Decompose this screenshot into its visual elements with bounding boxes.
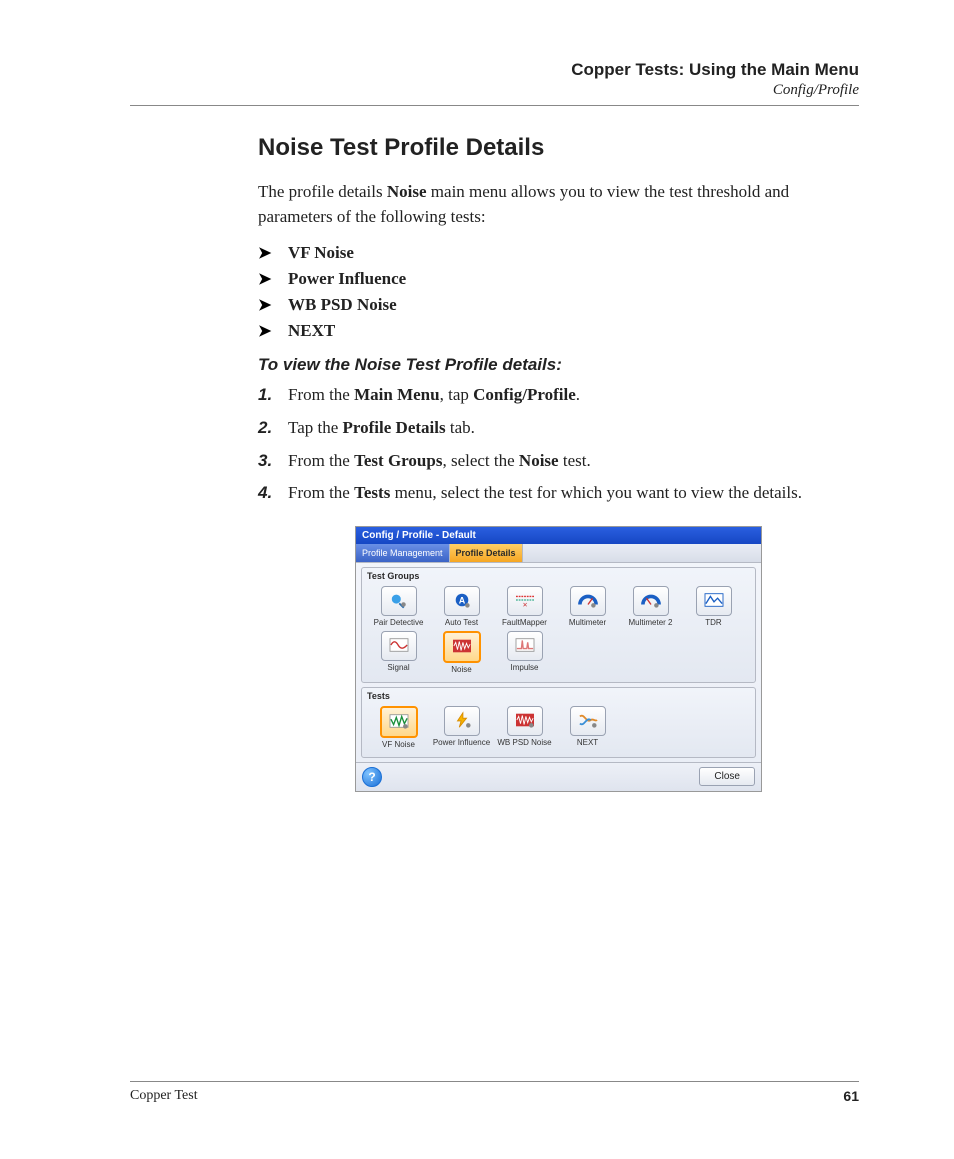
procedure-title: To view the Noise Test Profile details: [258, 355, 859, 375]
fault-mapper-label: FaultMapper [493, 619, 556, 627]
wb-psd-noise-icon [514, 711, 536, 731]
intro-bold: Noise [387, 182, 427, 201]
svg-text:✕: ✕ [522, 602, 527, 609]
test-group-item: Noise [430, 631, 493, 674]
intro-text-1: The profile details [258, 182, 387, 201]
tdr-label: TDR [682, 619, 745, 627]
test-group-item: Multimeter [556, 586, 619, 627]
test-groups-label: Test Groups [367, 571, 750, 581]
test-group-item: ✕ FaultMapper [493, 586, 556, 627]
noise-button[interactable] [443, 631, 481, 663]
step-1: From the Main Menu, tap Config/Profile. [258, 383, 859, 408]
next-button[interactable] [570, 706, 606, 736]
test-item: Power Influence [430, 706, 493, 749]
vf-noise-button[interactable] [380, 706, 418, 738]
multimeter-icon [577, 591, 599, 611]
noise-label: Noise [430, 666, 493, 674]
steps-list: From the Main Menu, tap Config/Profile. … [258, 383, 859, 506]
close-button[interactable]: Close [699, 767, 755, 786]
test-groups-group: Test Groups Pair Detective A Auto Test ✕ Fau… [361, 567, 756, 683]
pair-detective-label: Pair Detective [367, 619, 430, 627]
tab-profile-details[interactable]: Profile Details [450, 544, 523, 562]
step-3: From the Test Groups, select the Noise t… [258, 449, 859, 474]
tab-profile-management[interactable]: Profile Management [356, 544, 450, 562]
vf-noise-label: VF Noise [367, 741, 430, 749]
intro-paragraph: The profile details Noise main menu allo… [258, 180, 859, 229]
multimeter-button[interactable] [570, 586, 606, 616]
footer-doc-title: Copper Test [130, 1088, 198, 1104]
bullet-item: VF Noise [258, 243, 859, 263]
test-item: NEXT [556, 706, 619, 749]
auto-test-icon: A [451, 591, 473, 611]
impulse-button[interactable] [507, 631, 543, 661]
bullet-list: VF Noise Power Influence WB PSD Noise NE… [258, 243, 859, 341]
tdr-button[interactable] [696, 586, 732, 616]
auto-test-label: Auto Test [430, 619, 493, 627]
page-number: 61 [843, 1088, 859, 1104]
signal-icon [388, 636, 410, 656]
next-label: NEXT [556, 739, 619, 747]
bullet-item: WB PSD Noise [258, 295, 859, 315]
next-icon [577, 711, 599, 731]
signal-label: Signal [367, 664, 430, 672]
test-group-item: Pair Detective [367, 586, 430, 627]
vf-noise-icon [388, 712, 410, 732]
pair-detective-button[interactable] [381, 586, 417, 616]
footer-rule [130, 1081, 859, 1082]
test-group-item: Signal [367, 631, 430, 674]
power-influence-button[interactable] [444, 706, 480, 736]
test-group-item: Multimeter 2 [619, 586, 682, 627]
fault-mapper-button[interactable]: ✕ [507, 586, 543, 616]
multimeter2-icon [640, 591, 662, 611]
tab-bar: Profile Management Profile Details [356, 544, 761, 563]
test-groups-row: Pair DetectiveAAuto Test✕FaultMapperMult… [367, 584, 750, 676]
page-title: Noise Test Profile Details [258, 134, 859, 162]
test-item: VF Noise [367, 706, 430, 749]
header-rule [130, 105, 859, 106]
wb-psd-noise-label: WB PSD Noise [493, 739, 556, 747]
svg-text:A: A [458, 595, 465, 605]
multimeter-label: Multimeter [556, 619, 619, 627]
page-footer: Copper Test 61 [130, 1081, 859, 1104]
test-group-item: A Auto Test [430, 586, 493, 627]
impulse-icon [514, 636, 536, 656]
help-button[interactable]: ? [362, 767, 382, 787]
signal-button[interactable] [381, 631, 417, 661]
test-group-item: Impulse [493, 631, 556, 674]
running-header: Copper Tests: Using the Main Menu Config… [130, 60, 859, 99]
chapter-title: Copper Tests: Using the Main Menu [130, 60, 859, 80]
power-influence-icon [451, 711, 473, 731]
bullet-item: Power Influence [258, 269, 859, 289]
bullet-item: NEXT [258, 321, 859, 341]
section-title: Config/Profile [130, 82, 859, 99]
config-profile-screenshot: Config / Profile - Default Profile Manag… [355, 526, 762, 792]
auto-test-button[interactable]: A [444, 586, 480, 616]
wb-psd-noise-button[interactable] [507, 706, 543, 736]
step-4: From the Tests menu, select the test for… [258, 481, 859, 506]
bottom-bar: ? Close [356, 762, 761, 791]
multimeter2-button[interactable] [633, 586, 669, 616]
test-item: WB PSD Noise [493, 706, 556, 749]
pair-detective-icon [388, 591, 410, 611]
multimeter2-label: Multimeter 2 [619, 619, 682, 627]
window-titlebar: Config / Profile - Default [356, 527, 761, 544]
tests-row: VF NoisePower InfluenceWB PSD NoiseNEXT [367, 704, 750, 751]
tests-label: Tests [367, 691, 750, 701]
tests-group: Tests VF NoisePower InfluenceWB PSD Nois… [361, 687, 756, 758]
fault-mapper-icon: ✕ [514, 591, 536, 611]
test-group-item: TDR [682, 586, 745, 627]
impulse-label: Impulse [493, 664, 556, 672]
tdr-icon [703, 591, 725, 611]
power-influence-label: Power Influence [430, 739, 493, 747]
step-2: Tap the Profile Details tab. [258, 416, 859, 441]
noise-icon [451, 637, 473, 657]
